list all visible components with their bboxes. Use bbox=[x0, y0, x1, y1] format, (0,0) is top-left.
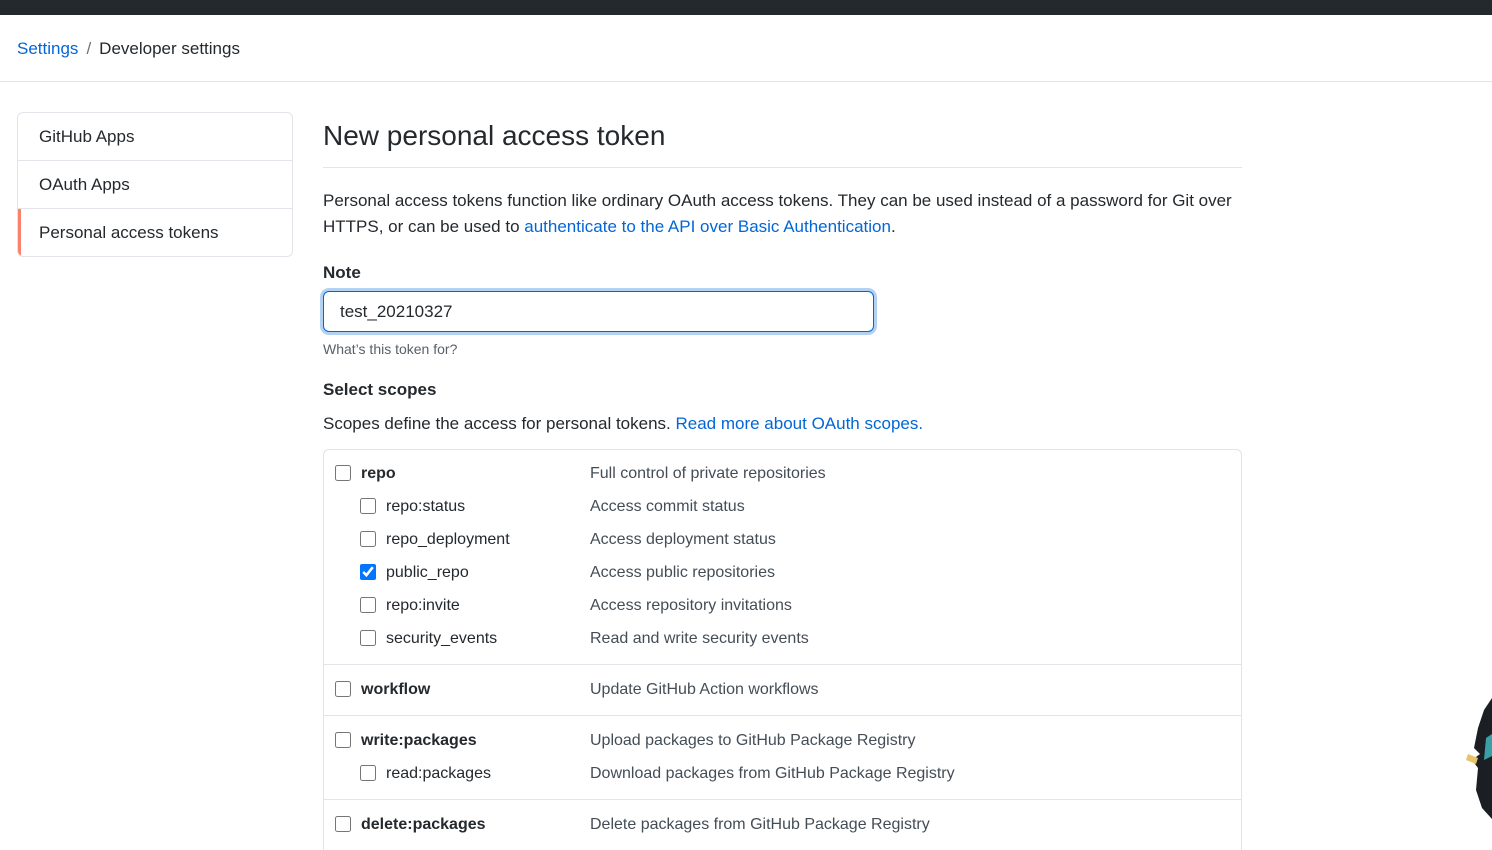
sidebar-item-personal-access-tokens[interactable]: Personal access tokens bbox=[18, 208, 292, 256]
sidebar-item-oauth-apps[interactable]: OAuth Apps bbox=[18, 160, 292, 208]
scope-row: repo Full control of private repositorie… bbox=[324, 459, 1241, 492]
scope-description: Access public repositories bbox=[590, 564, 775, 581]
scope-row: read:packages Download packages from Git… bbox=[324, 759, 1241, 792]
sidebar-nav: GitHub Apps OAuth Apps Personal access t… bbox=[17, 112, 293, 257]
scope-name: repo_deployment bbox=[386, 531, 510, 548]
breadcrumb: Settings / Developer settings bbox=[17, 37, 240, 61]
scope-description: Access deployment status bbox=[590, 531, 776, 548]
sidebar-item-github-apps[interactable]: GitHub Apps bbox=[18, 113, 292, 160]
scope-row: repo:invite Access repository invitation… bbox=[324, 591, 1241, 624]
scope-checkbox-security-events[interactable] bbox=[360, 630, 376, 646]
scope-checkbox-repo[interactable] bbox=[335, 465, 351, 481]
scopes-help-text: Scopes define the access for personal to… bbox=[323, 414, 676, 433]
scope-name: public_repo bbox=[386, 564, 469, 581]
scope-row: security_events Read and write security … bbox=[324, 624, 1241, 657]
oauth-scopes-link[interactable]: Read more about OAuth scopes. bbox=[675, 414, 923, 433]
scope-group-repo: repo Full control of private repositorie… bbox=[324, 450, 1241, 664]
scope-group-write-packages: write:packages Upload packages to GitHub… bbox=[324, 715, 1241, 799]
scope-checkbox-write-packages[interactable] bbox=[335, 732, 351, 748]
scope-description: Download packages from GitHub Package Re… bbox=[590, 765, 955, 782]
scope-description: Access commit status bbox=[590, 498, 745, 515]
scope-name: repo:status bbox=[386, 498, 466, 515]
intro-paragraph: Personal access tokens function like ord… bbox=[323, 188, 1242, 240]
scope-description: Read and write security events bbox=[590, 630, 809, 647]
select-scopes-label: Select scopes bbox=[323, 380, 437, 399]
scope-row: write:packages Upload packages to GitHub… bbox=[324, 726, 1241, 759]
scope-row: workflow Update GitHub Action workflows bbox=[324, 675, 1241, 708]
scope-description: Delete packages from GitHub Package Regi… bbox=[590, 816, 930, 833]
breadcrumb-settings-link[interactable]: Settings bbox=[17, 39, 78, 58]
breadcrumb-separator: / bbox=[86, 39, 92, 58]
scope-name: read:packages bbox=[386, 765, 491, 782]
scope-name: repo bbox=[361, 465, 396, 482]
scope-checkbox-repo-invite[interactable] bbox=[360, 597, 376, 613]
scope-name: workflow bbox=[361, 681, 431, 698]
scope-checkbox-public-repo[interactable] bbox=[360, 564, 376, 580]
note-input[interactable] bbox=[323, 291, 874, 332]
scope-description: Full control of private repositories bbox=[590, 465, 826, 482]
scope-description: Upload packages to GitHub Package Regist… bbox=[590, 732, 916, 749]
scope-group-workflow: workflow Update GitHub Action workflows bbox=[324, 664, 1241, 715]
scope-row: public_repo Access public repositories bbox=[324, 558, 1241, 591]
page-title: New personal access token bbox=[323, 120, 666, 151]
header-divider bbox=[0, 81, 1492, 82]
scope-row: repo_deployment Access deployment status bbox=[324, 525, 1241, 558]
scope-checkbox-workflow[interactable] bbox=[335, 681, 351, 697]
scope-checkbox-read-packages[interactable] bbox=[360, 765, 376, 781]
scope-description: Update GitHub Action workflows bbox=[590, 681, 819, 698]
basic-auth-link[interactable]: authenticate to the API over Basic Authe… bbox=[524, 217, 891, 236]
top-header-bar bbox=[0, 0, 1492, 15]
note-label: Note bbox=[323, 263, 361, 282]
scope-checkbox-repo-deployment[interactable] bbox=[360, 531, 376, 547]
scopes-help: Scopes define the access for personal to… bbox=[323, 412, 1242, 436]
note-help-text: What’s this token for? bbox=[323, 341, 458, 357]
scope-name: security_events bbox=[386, 630, 498, 647]
scope-group-delete-packages: delete:packages Delete packages from Git… bbox=[324, 799, 1241, 850]
scope-name: delete:packages bbox=[361, 816, 486, 833]
scope-name: write:packages bbox=[361, 732, 477, 749]
scope-list: repo Full control of private repositorie… bbox=[323, 449, 1242, 850]
scope-description: Access repository invitations bbox=[590, 597, 792, 614]
title-divider bbox=[323, 167, 1242, 168]
scope-row: delete:packages Delete packages from Git… bbox=[324, 810, 1241, 843]
scope-name: repo:invite bbox=[386, 597, 460, 614]
mascot-figure-icon bbox=[1466, 698, 1492, 819]
breadcrumb-current: Developer settings bbox=[99, 39, 240, 58]
main-content: New personal access token Personal acces… bbox=[323, 112, 1242, 850]
scope-row: repo:status Access commit status bbox=[324, 492, 1241, 525]
scope-checkbox-repo-status[interactable] bbox=[360, 498, 376, 514]
scope-checkbox-delete-packages[interactable] bbox=[335, 816, 351, 832]
intro-end: . bbox=[890, 217, 896, 236]
